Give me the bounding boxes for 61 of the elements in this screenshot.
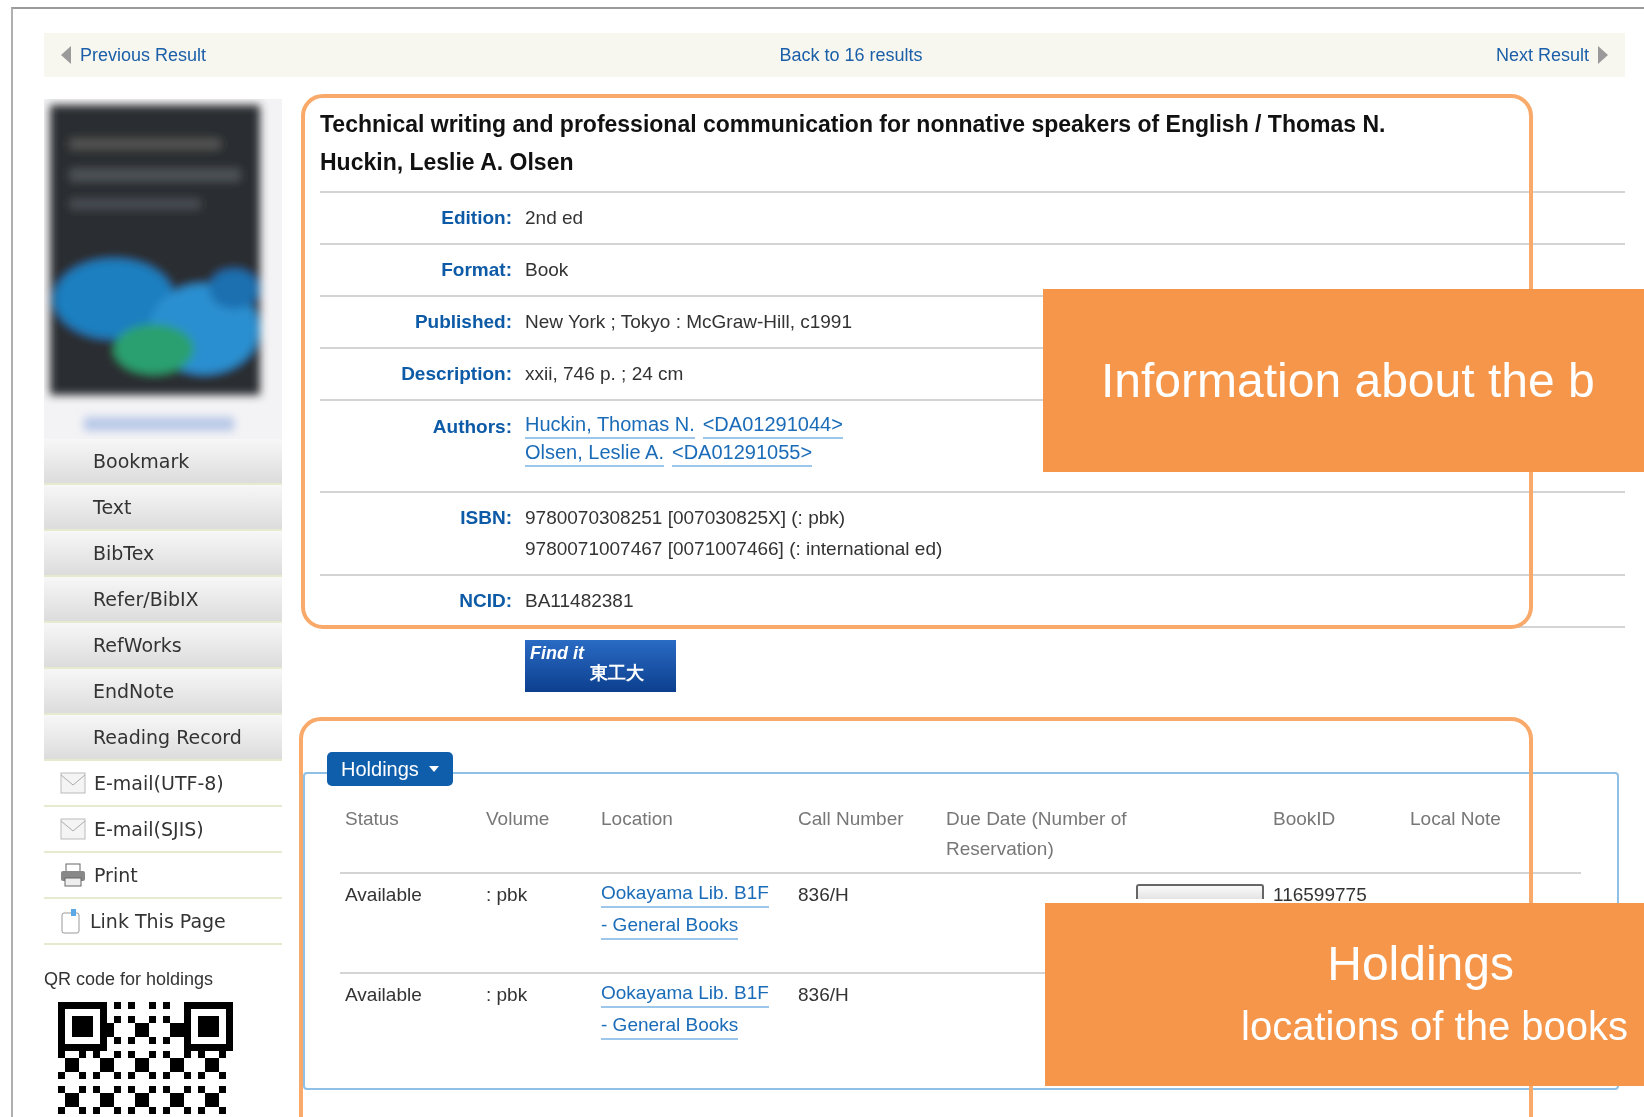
location-link[interactable]: - General Books	[601, 912, 739, 940]
field-label: Description:	[400, 362, 512, 386]
field-label: Format:	[440, 258, 512, 282]
holdings-tab[interactable]: Holdings	[327, 752, 453, 786]
find-it-logo[interactable]: Find it 東工大	[525, 640, 676, 692]
location-link[interactable]: - General Books	[601, 1012, 739, 1040]
sidebar-menu-item[interactable]: Reading Record	[44, 715, 282, 761]
call-number-cell-text: 836/H	[798, 983, 849, 1007]
book-id-cell-text: 116599775	[1273, 883, 1367, 907]
column-header: Local Note	[1405, 804, 1581, 874]
field-value: 9780070308251 [007030825X] (: pbk)	[525, 506, 846, 530]
next-result-link[interactable]: Next Result	[1495, 44, 1609, 66]
volume-cell-text: : pbk	[486, 883, 528, 907]
field-value: 9780071007467 [0071007466] (: international ed)	[525, 537, 943, 561]
field-value: xxii, 746 p. ; 24 cm	[525, 362, 684, 386]
author-link[interactable]: Olsen, Leslie A.	[525, 439, 664, 467]
callout-text: Information about the b	[1100, 352, 1595, 409]
column-header: Due Date (Number of Reservation)	[941, 804, 1131, 874]
volume-cell-text: : pbk	[486, 983, 528, 1007]
author-link[interactable]: Huckin, Thomas N.	[525, 411, 695, 439]
callout-text: Holdings	[1327, 935, 1515, 992]
field-value: BA11482381	[525, 589, 634, 613]
status-cell-text: Available	[345, 983, 422, 1007]
field-label: Edition:	[440, 206, 512, 230]
sidebar-menu-item[interactable]: BibTex	[44, 531, 282, 577]
sidebar-menu-item[interactable]: EndNote	[44, 669, 282, 715]
sidebar-menu-item[interactable]: RefWorks	[44, 623, 282, 669]
callout-text: locations of the books	[1241, 1002, 1629, 1050]
qr-code-label: QR code for holdings	[44, 969, 215, 990]
field-value: 2nd ed	[525, 206, 584, 230]
sidebar-menu-item[interactable]: Text	[44, 485, 282, 531]
column-header: BookID	[1268, 804, 1405, 874]
record-title: Technical writing and professional communication for nonnative speakers of English / Thomas N. Huckin, Leslie A. Olsen	[320, 99, 1625, 193]
field-value: New York ; Tokyo : McGraw-Hill, c1991	[525, 310, 852, 334]
author-id-link[interactable]: <DA01291044>	[702, 411, 843, 439]
location-link[interactable]: Ookayama Lib. B1F	[601, 980, 769, 1008]
field-value: Book	[525, 258, 569, 282]
left-arrow-icon	[60, 45, 72, 65]
author-id-link[interactable]: <DA01291055>	[671, 439, 813, 467]
column-header: Volume	[481, 804, 596, 874]
column-header: Location	[596, 804, 793, 874]
sidebar-menu-item[interactable]: Bookmark	[44, 439, 282, 485]
field-label: Authors:	[431, 415, 512, 439]
field-label: Published:	[413, 310, 512, 334]
call-number-cell-text: 836/H	[798, 883, 849, 907]
caret-icon	[428, 766, 439, 772]
field-label: NCID:	[458, 589, 512, 613]
status-cell-text: Available	[345, 883, 422, 907]
envelope-icon	[60, 772, 86, 794]
field-label: ISBN:	[459, 506, 512, 530]
location-link[interactable]: Ookayama Lib. B1F	[601, 880, 769, 908]
sidebar-menu-item[interactable]: Refer/BibIX	[44, 577, 282, 623]
right-arrow-icon	[1597, 45, 1609, 65]
column-header: Call Number	[793, 804, 941, 874]
clipboard-icon	[60, 908, 82, 934]
previous-result-link[interactable]: Previous Result	[60, 44, 207, 66]
reserve-button[interactable]	[1136, 884, 1264, 899]
printer-icon	[60, 863, 86, 887]
column-header: Status	[340, 804, 481, 874]
back-to-results-link[interactable]: Back to 16 results	[779, 44, 923, 66]
envelope-icon	[60, 818, 86, 840]
